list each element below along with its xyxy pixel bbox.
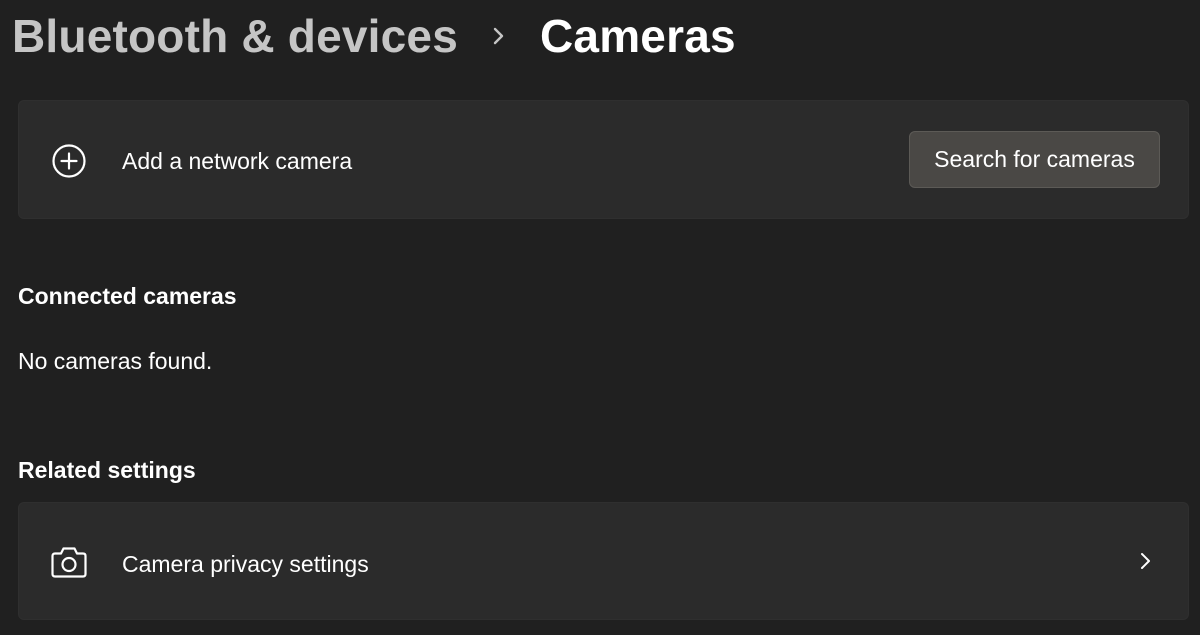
camera-privacy-settings-link[interactable]: Camera privacy settings <box>18 502 1189 620</box>
camera-icon <box>49 542 89 582</box>
connected-cameras-heading: Connected cameras <box>18 283 237 309</box>
settings-page: Bluetooth & devices Cameras Add a networ… <box>0 0 1200 635</box>
chevron-right-icon <box>458 6 540 66</box>
related-settings-heading: Related settings <box>18 457 196 483</box>
add-circle-icon <box>49 141 89 181</box>
camera-privacy-settings-label: Camera privacy settings <box>122 551 369 577</box>
add-network-camera-label: Add a network camera <box>122 148 353 174</box>
no-cameras-message: No cameras found. <box>18 348 213 374</box>
breadcrumb: Bluetooth & devices Cameras <box>12 6 736 66</box>
search-for-cameras-button[interactable]: Search for cameras <box>909 131 1160 188</box>
chevron-right-icon <box>1136 549 1156 573</box>
breadcrumb-parent-link[interactable]: Bluetooth & devices <box>12 9 458 63</box>
page-title: Cameras <box>540 10 736 62</box>
add-network-camera-card: Add a network camera Search for cameras <box>18 100 1189 219</box>
